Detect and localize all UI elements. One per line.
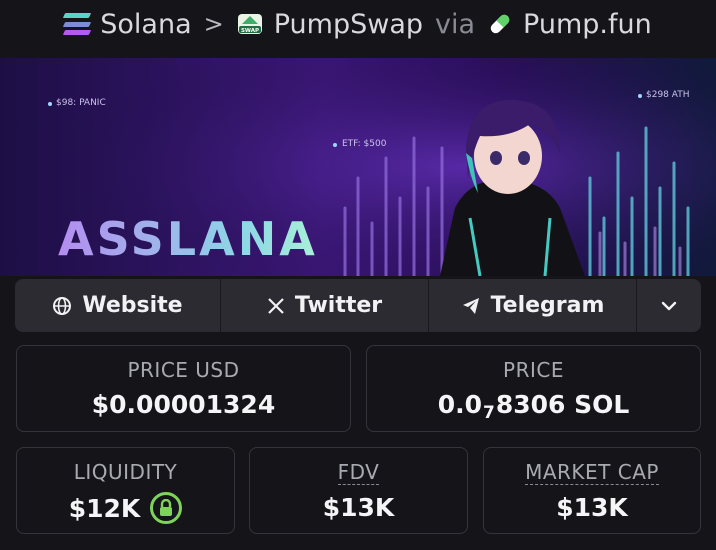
banner-tag: $298 ATH xyxy=(646,90,690,100)
price-usd-label: PRICE USD xyxy=(127,358,240,382)
liquidity-card: LIQUIDITY $12K xyxy=(16,447,235,534)
liquidity-label: LIQUIDITY xyxy=(73,460,178,484)
price-sol-suffix: 8306 SOL xyxy=(495,390,630,419)
fdv-value: $13K xyxy=(322,493,395,522)
price-usd-card: PRICE USD $0.00001324 xyxy=(16,345,351,432)
market-cap-value: $13K xyxy=(556,493,628,522)
x-logo-icon xyxy=(268,297,284,314)
price-usd-value: $0.00001324 xyxy=(91,390,276,419)
market-cap-label[interactable]: MARKET CAP xyxy=(525,460,659,485)
price-sol-card: PRICE 0.0 7 8306 SOL xyxy=(366,345,701,432)
fdv-label[interactable]: FDV xyxy=(337,460,380,485)
breadcrumb: Solana > SWAP PumpSwap via Pump.fun xyxy=(0,0,716,48)
price-sol-prefix: 0.0 xyxy=(437,390,482,419)
banner-tag: $98: PANIC xyxy=(56,98,106,108)
chain-name: Solana xyxy=(100,8,192,40)
more-links-button[interactable] xyxy=(637,279,701,332)
token-banner: $98: PANIC ETF: $500 $298 ATH ASSLANA xyxy=(0,58,716,276)
dex-name: PumpSwap xyxy=(273,8,424,40)
lock-icon[interactable] xyxy=(150,492,183,524)
twitter-label: Twitter xyxy=(294,293,383,318)
pumpswap-icon: SWAP xyxy=(237,14,262,34)
chevron-right-icon: > xyxy=(203,10,224,38)
chevron-down-icon xyxy=(661,301,677,310)
telegram-button[interactable]: Telegram xyxy=(429,279,637,332)
via-text: via xyxy=(435,8,476,40)
website-label: Website xyxy=(82,293,183,318)
pill-icon xyxy=(490,14,510,34)
banner-title: ASSLANA xyxy=(58,212,318,266)
links-bar: Website Twitter Telegram xyxy=(15,279,701,332)
dex-crumb[interactable]: SWAP PumpSwap xyxy=(236,9,423,40)
solana-icon xyxy=(63,13,92,35)
website-button[interactable]: Website xyxy=(15,279,221,332)
market-cap-card: MARKET CAP $13K xyxy=(483,447,701,534)
launchpad-name: Pump.fun xyxy=(523,8,652,40)
telegram-label: Telegram xyxy=(490,293,605,318)
telegram-icon xyxy=(462,297,479,314)
price-sol-value: 0.0 7 8306 SOL xyxy=(437,390,630,423)
liquidity-value: $12K xyxy=(68,493,141,523)
price-sol-label: PRICE xyxy=(503,358,564,382)
globe-icon xyxy=(53,296,72,315)
fdv-card: FDV $13K xyxy=(249,447,468,534)
liquidity-value-row: $12K xyxy=(69,492,183,524)
banner-tag: ETF: $500 xyxy=(342,139,387,149)
price-sol-zero-count: 7 xyxy=(482,402,495,423)
chain-crumb[interactable]: Solana xyxy=(63,8,192,40)
twitter-button[interactable]: Twitter xyxy=(221,279,429,332)
launchpad-crumb[interactable]: Pump.fun xyxy=(487,9,652,40)
dex-icon-text: SWAP xyxy=(241,28,259,34)
